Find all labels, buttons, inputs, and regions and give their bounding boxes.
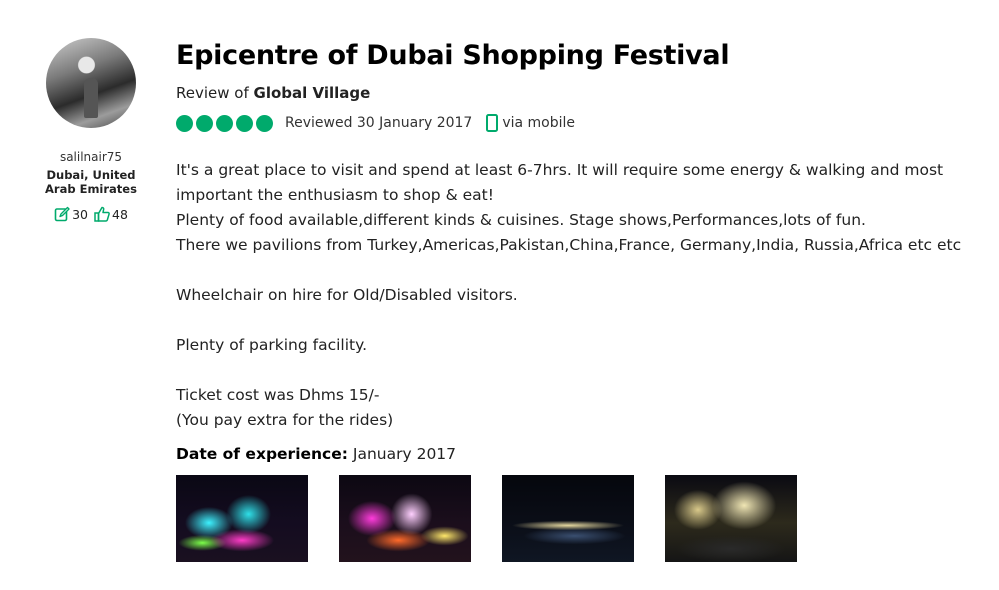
contributions-stat: 30 (54, 206, 88, 222)
review-text-line: Plenty of parking facility. (176, 336, 368, 354)
reviewer-location: Dubai, United Arab Emirates (45, 168, 137, 196)
avatar[interactable] (46, 38, 136, 128)
review-meta: Reviewed 30 January 2017 via mobile (176, 114, 991, 132)
helpful-votes-count: 48 (112, 206, 128, 222)
helpful-votes-stat: 48 (94, 206, 128, 222)
rating-bubble (176, 114, 193, 132)
thumbs-up-icon (94, 206, 110, 222)
reviewer-stats: 30 48 (36, 206, 146, 222)
review-card: Epicentre of Dubai Shopping Festival Rev… (176, 38, 991, 562)
review-photo-thumbnail[interactable] (339, 475, 471, 562)
reviewer-sidebar: salilnair75 Dubai, United Arab Emirates … (36, 38, 146, 222)
date-of-experience-label: Date of experience: (176, 445, 348, 463)
review-text-line: It's a great place to visit and spend at… (176, 161, 944, 179)
mobile-phone-icon (486, 114, 499, 132)
review-photo-thumbnail[interactable] (665, 475, 797, 562)
review-text-line: (You pay extra for the rides) (176, 411, 394, 429)
review-photo-thumbnail[interactable] (502, 475, 634, 562)
review-text-line: Wheelchair on hire for Old/Disabled visi… (176, 286, 518, 304)
rating-bubbles (176, 114, 273, 132)
rating-bubble (196, 114, 213, 132)
review-text-line: There we pavilions from Turkey,Americas,… (176, 236, 962, 254)
reviewer-username[interactable]: salilnair75 (36, 150, 146, 164)
date-of-experience: Date of experience: January 2017 (176, 445, 991, 463)
via-mobile-label: via mobile (502, 115, 576, 131)
rating-bubble (256, 114, 273, 132)
review-body: It's a great place to visit and spend at… (176, 158, 991, 433)
review-of: Review of Global Village (176, 84, 991, 102)
date-of-experience-value: January 2017 (352, 445, 457, 463)
review-title[interactable]: Epicentre of Dubai Shopping Festival (176, 38, 991, 74)
rating-bubble (236, 114, 253, 132)
review-photos (176, 475, 991, 562)
contributions-count: 30 (72, 206, 88, 222)
review-of-prefix: Review of (176, 84, 254, 102)
review-text-line: Ticket cost was Dhms 15/- (176, 386, 380, 404)
reviewed-date: Reviewed 30 January 2017 (285, 115, 473, 131)
pencil-square-icon (54, 206, 70, 222)
review-text-line: Plenty of food available,different kinds… (176, 211, 866, 229)
review-photo-thumbnail[interactable] (176, 475, 308, 562)
attraction-link[interactable]: Global Village (254, 84, 371, 102)
review-text-line: important the enthusiasm to shop & eat! (176, 186, 494, 204)
rating-bubble (216, 114, 233, 132)
via-mobile: via mobile (486, 114, 575, 132)
